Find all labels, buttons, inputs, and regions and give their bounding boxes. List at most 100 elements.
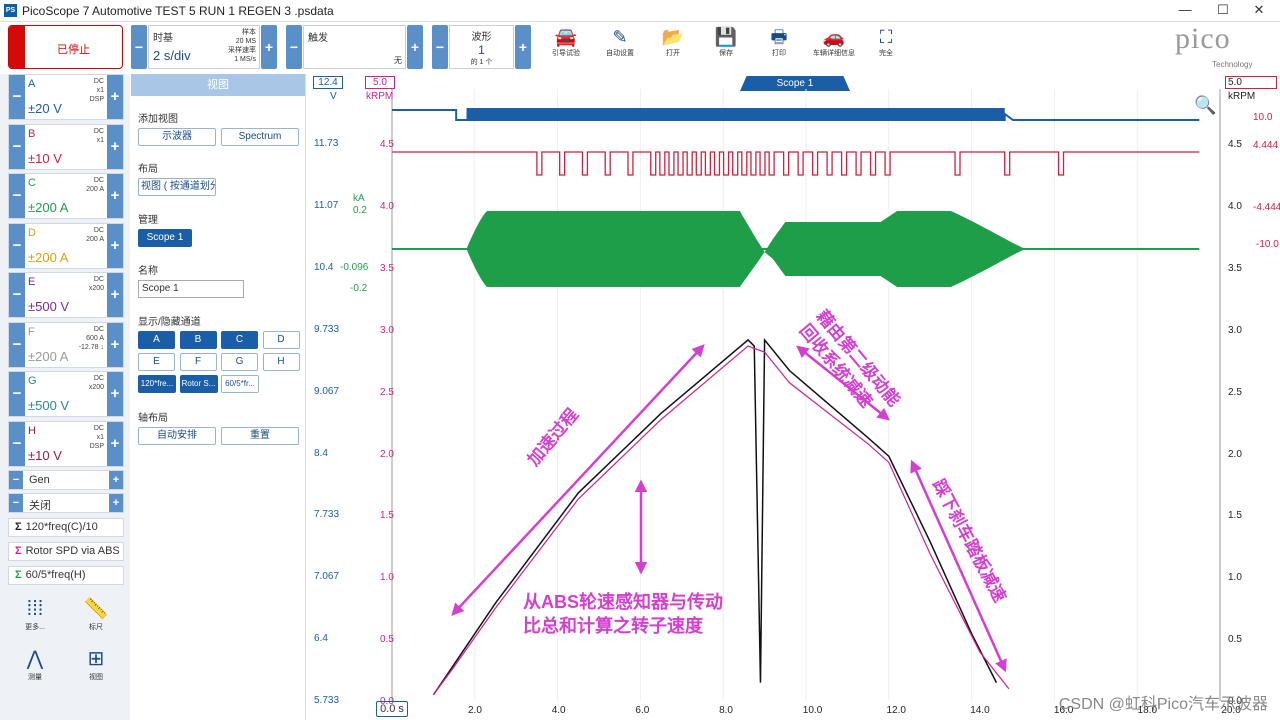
- math-axis-tick: 3.0: [380, 324, 394, 336]
- toggle-math-3[interactable]: 60/5*fr...: [221, 375, 259, 393]
- channel-b-control[interactable]: − B DC x1 ±10 V +: [8, 123, 124, 170]
- toggle-channel-c[interactable]: C: [221, 331, 258, 349]
- channel-g-control[interactable]: − G DC x200 ±500 V +: [8, 371, 124, 417]
- channel-a-control[interactable]: − A DC x1 DSP ±20 V +: [8, 74, 124, 120]
- channel-plus-button[interactable]: +: [107, 273, 123, 317]
- zoom-icon[interactable]: 🔍: [1194, 95, 1216, 116]
- timebase-plus-button[interactable]: +: [261, 25, 277, 69]
- right-scale-box[interactable]: 5.0: [1225, 76, 1277, 89]
- timebase-minus-button[interactable]: −: [131, 25, 147, 69]
- waveform-next-button[interactable]: +: [515, 25, 531, 69]
- a-axis-tick: 11.73: [314, 138, 339, 149]
- auto-setup-button[interactable]: ✎ 自动设置: [600, 26, 640, 58]
- layout-select[interactable]: 视图 ( 按通道划分: [138, 178, 216, 196]
- open-button[interactable]: 📂 打开: [653, 26, 693, 58]
- gen-value[interactable]: − 关闭 +: [8, 493, 124, 513]
- measure-button[interactable]: ⋀ 测量: [15, 646, 55, 682]
- channel-minus-button[interactable]: −: [9, 75, 25, 119]
- channel-coupling: DC x1 DSP: [89, 78, 104, 103]
- trigger-control[interactable]: 触发 无: [303, 25, 406, 69]
- add-spectrum-button[interactable]: Spectrum: [221, 128, 299, 146]
- timebase-control[interactable]: 时基 2 s/div 样本 20 MS 采样速率 1 MS/s: [148, 25, 260, 69]
- math-channel-3[interactable]: Σ 60/5*freq(H): [8, 566, 124, 585]
- c-axis-top: 0.2: [353, 205, 367, 216]
- ruler-button[interactable]: 📏 标尺: [76, 596, 116, 632]
- trigger-plus-button[interactable]: +: [407, 25, 423, 69]
- x-axis-tick: 12.0: [886, 705, 906, 716]
- channel-d-control[interactable]: − D DC 200 A ±200 A +: [8, 222, 124, 269]
- a-axis-tick: 8.4: [314, 447, 328, 459]
- channel-name: C: [28, 177, 36, 189]
- toggle-channel-f[interactable]: F: [179, 353, 217, 371]
- right-axis-tick: 3.0: [1228, 324, 1242, 336]
- fullscreen-icon: ⛶: [879, 27, 893, 47]
- toggle-channel-a[interactable]: A: [138, 331, 175, 349]
- channel-minus-button[interactable]: −: [9, 322, 25, 367]
- a-axis-tick: 6.4: [314, 633, 328, 645]
- save-icon: 💾: [714, 27, 738, 47]
- fullscreen-button[interactable]: ⛶ 完全: [866, 26, 906, 58]
- waveform-control[interactable]: 波形 1 的 1 个: [449, 25, 514, 69]
- add-view-label: 添加视图: [138, 114, 178, 125]
- toggle-math-2[interactable]: Rotor S...: [179, 375, 218, 393]
- reset-button[interactable]: 重置: [221, 427, 299, 445]
- add-scope-button[interactable]: 示波器: [138, 128, 216, 146]
- math-channel-1[interactable]: Σ 120*freq(C)/10: [8, 518, 124, 537]
- trigger-minus-button[interactable]: −: [286, 25, 302, 69]
- x-axis-origin[interactable]: 0.0 s: [376, 701, 408, 717]
- channel-plus-button[interactable]: +: [107, 421, 123, 466]
- channel-h-control[interactable]: − H DC x1 DSP ±10 V +: [8, 420, 124, 467]
- samples-value: 20 MS: [235, 38, 256, 45]
- math-channel-2[interactable]: Σ Rotor SPD via ABS: [8, 542, 124, 561]
- channel-plus-button[interactable]: +: [107, 372, 123, 416]
- name-input[interactable]: Scope 1: [138, 280, 244, 298]
- channel-minus-button[interactable]: −: [9, 124, 25, 169]
- channel-minus-button[interactable]: −: [9, 273, 25, 317]
- toggle-channel-e[interactable]: E: [138, 353, 175, 371]
- close-button[interactable]: ✕: [1244, 2, 1274, 20]
- ruler-icon: 📏: [83, 598, 109, 620]
- vehicle-info-button[interactable]: 🚗 车辆详细信息: [812, 26, 856, 58]
- channel-a-scale-box[interactable]: 12.4: [313, 76, 343, 89]
- view-panel-header: 视图: [131, 74, 305, 96]
- waveform-prev-button[interactable]: −: [432, 25, 448, 69]
- print-button[interactable]: 🖶 打印: [759, 26, 799, 58]
- channel-minus-button[interactable]: −: [9, 223, 25, 268]
- maximize-button[interactable]: ☐: [1208, 2, 1238, 20]
- channel-f-control[interactable]: − F DC 600 A -12.78 ↓ ±200 A +: [8, 321, 124, 368]
- minimize-button[interactable]: —: [1170, 2, 1200, 20]
- gen-control[interactable]: − Gen +: [8, 470, 124, 490]
- waveform-value: 1: [478, 43, 485, 57]
- scope-1-button[interactable]: Scope 1: [138, 229, 192, 247]
- toggle-channel-b[interactable]: B: [179, 331, 217, 349]
- toggle-channel-g[interactable]: G: [221, 353, 258, 371]
- channel-plus-button[interactable]: +: [107, 75, 123, 119]
- scope-view[interactable]: Scope 1 12.4 V 5.0 kRPM 5.0 kRPM 🔍 11.73…: [310, 74, 1280, 720]
- auto-arrange-button[interactable]: 自动安排: [138, 427, 216, 445]
- channel-plus-button[interactable]: +: [107, 124, 123, 169]
- channel-plus-button[interactable]: +: [107, 174, 123, 218]
- channel-plus-button[interactable]: +: [107, 322, 123, 367]
- view-button[interactable]: ⊞ 视图: [76, 646, 116, 682]
- name-label: 名称: [138, 266, 158, 277]
- channel-name: A: [28, 78, 36, 90]
- toggle-math-1[interactable]: 120*fre...: [138, 375, 176, 393]
- c-axis-mid: -0.096: [340, 262, 369, 273]
- toggle-channel-d[interactable]: D: [262, 331, 300, 349]
- channel-c-control[interactable]: − C DC 200 A ±200 A +: [8, 173, 124, 219]
- channel-range: ±200 A: [28, 348, 69, 364]
- channel-coupling: DC 600 A -12.78 ↓: [78, 325, 104, 351]
- more-button[interactable]: ⁞⁞⁞ 更多...: [15, 596, 55, 632]
- channel-plus-button[interactable]: +: [107, 223, 123, 268]
- channel-e-control[interactable]: − E DC x200 ±500 V +: [8, 272, 124, 318]
- waveform-plot[interactable]: [310, 74, 1280, 720]
- math-scale-box[interactable]: 5.0: [365, 76, 395, 89]
- run-stop-button[interactable]: 已停止: [8, 25, 123, 69]
- channel-minus-button[interactable]: −: [9, 421, 25, 466]
- toggle-channel-h[interactable]: H: [262, 353, 300, 371]
- save-button[interactable]: 💾 保存: [706, 26, 746, 58]
- channel-minus-button[interactable]: −: [9, 174, 25, 218]
- manage-label: 管理: [138, 215, 158, 226]
- channel-minus-button[interactable]: −: [9, 372, 25, 416]
- guided-test-button[interactable]: 🚘 引导试验: [546, 26, 586, 58]
